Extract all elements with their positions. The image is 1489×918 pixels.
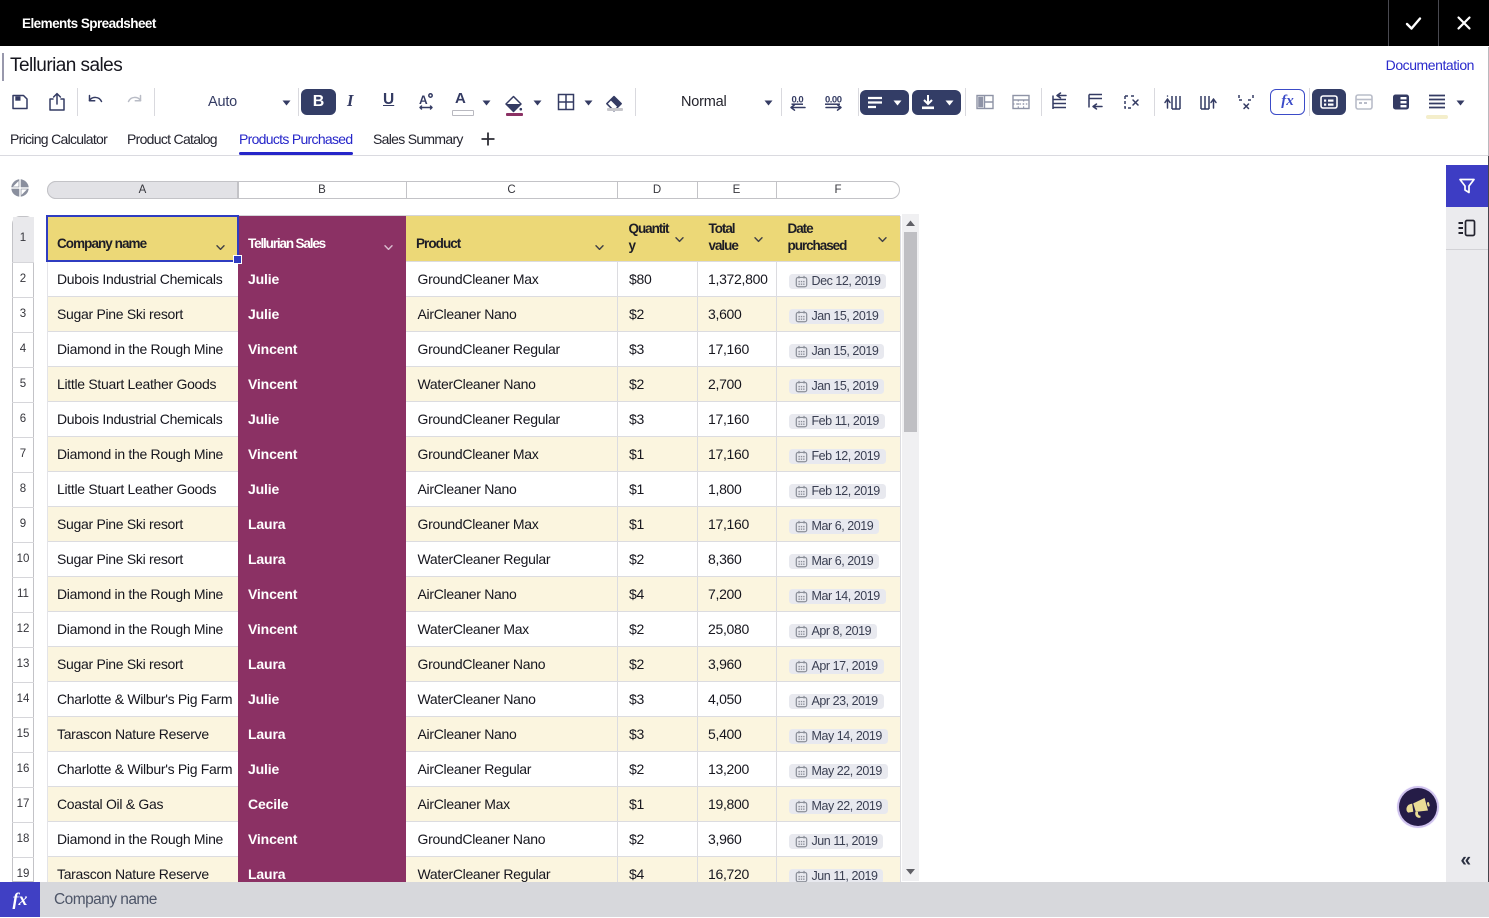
svg-text:A: A (419, 93, 428, 107)
